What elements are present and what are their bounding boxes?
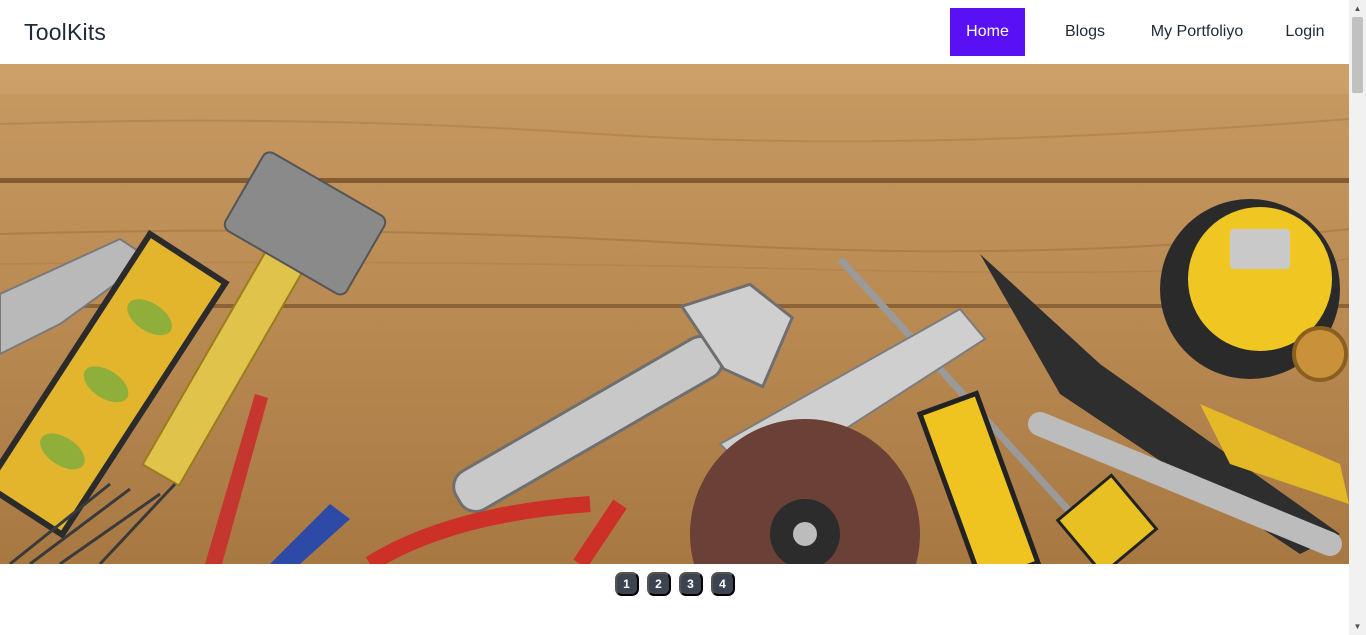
carousel-pagination: 1 2 3 4: [0, 572, 1349, 596]
carousel-page-4-button[interactable]: 4: [710, 572, 735, 596]
top-navbar: ToolKits Home Blogs My Portfoliyo Login: [0, 0, 1349, 64]
hero-banner: [0, 64, 1349, 564]
hero-tools-image: [0, 64, 1349, 564]
brand-logo[interactable]: ToolKits: [24, 19, 106, 46]
carousel-page-1-button[interactable]: 1: [614, 572, 639, 596]
nav-links: Home Blogs My Portfoliyo Login: [950, 8, 1349, 56]
scroll-thumb[interactable]: [1352, 17, 1363, 93]
nav-link-home[interactable]: Home: [950, 8, 1025, 56]
carousel-page-3-button[interactable]: 3: [678, 572, 703, 596]
carousel-page-2-button[interactable]: 2: [646, 572, 671, 596]
nav-link-blogs[interactable]: Blogs: [1037, 8, 1133, 56]
triangle-down-icon[interactable]: ▼: [1349, 618, 1366, 635]
triangle-up-icon[interactable]: ▲: [1349, 0, 1366, 17]
vertical-scrollbar[interactable]: ▲ ▼: [1349, 0, 1366, 635]
nav-link-login[interactable]: Login: [1273, 8, 1337, 56]
nav-link-portfolio[interactable]: My Portfoliyo: [1133, 8, 1261, 56]
